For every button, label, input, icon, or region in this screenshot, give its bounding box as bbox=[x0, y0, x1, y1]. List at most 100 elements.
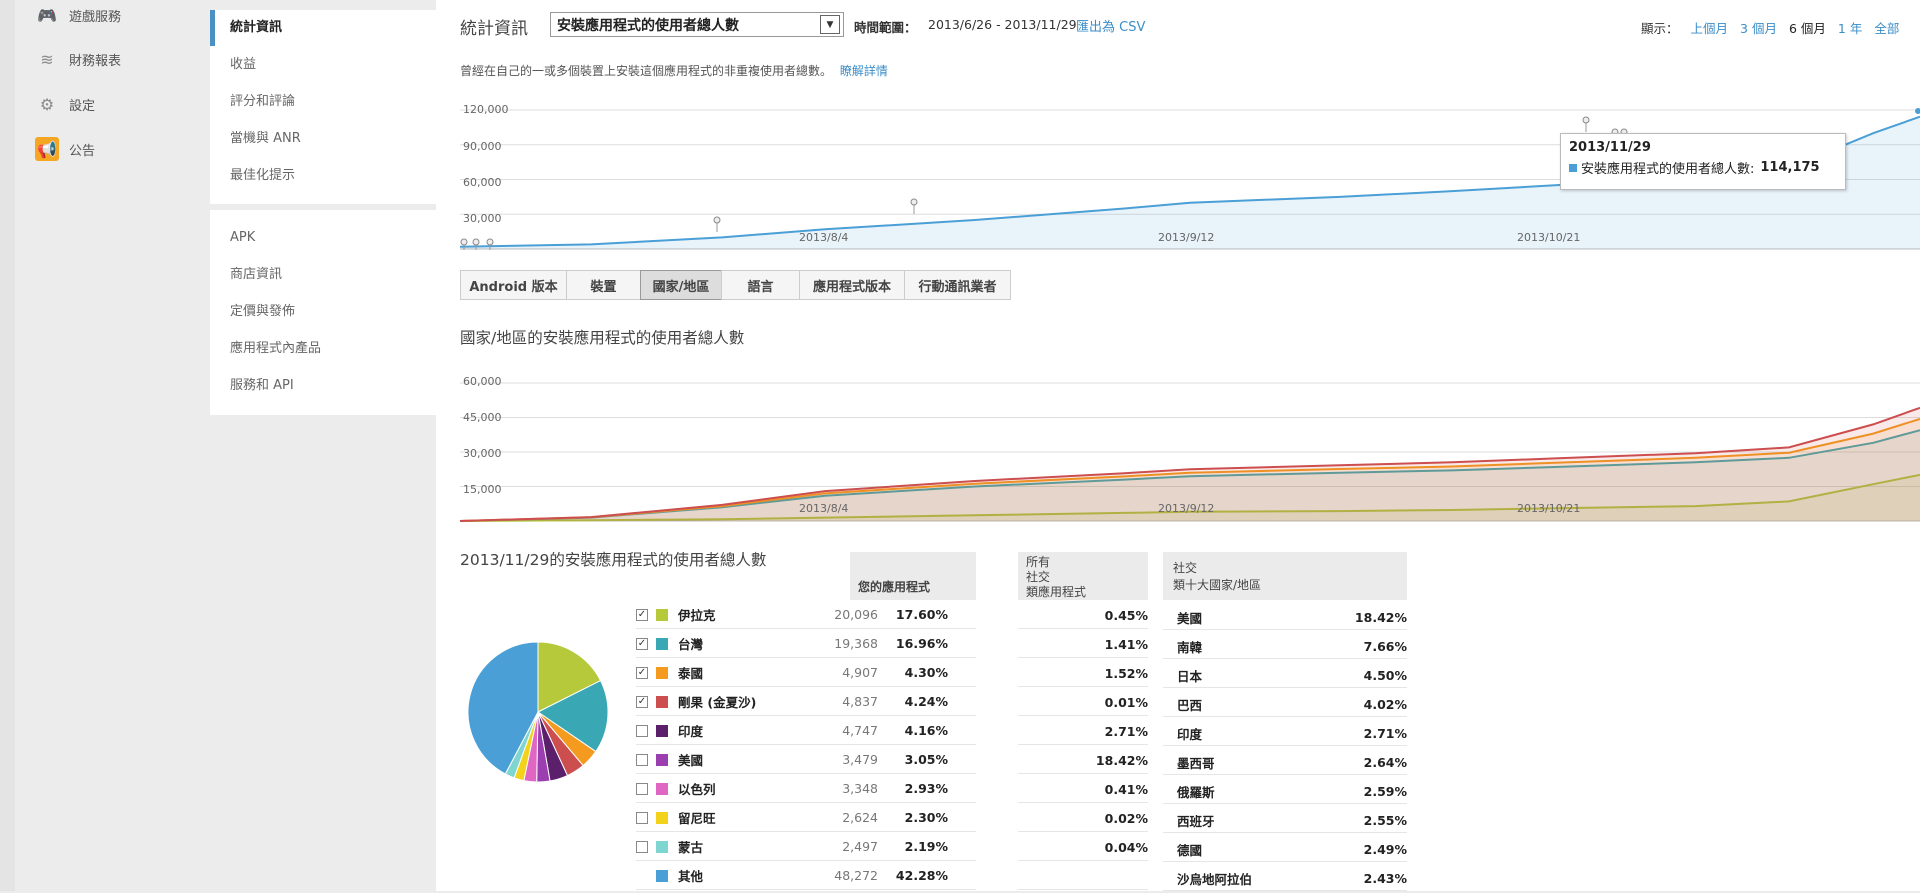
row-checkbox[interactable] bbox=[636, 753, 648, 766]
tab-carrier[interactable]: 行動通訊業者 bbox=[904, 270, 1011, 300]
row-checkbox[interactable]: ✓ bbox=[636, 637, 648, 650]
row-percent: 4.30% bbox=[904, 665, 948, 680]
nav-item-label: 遊戲服務 bbox=[69, 9, 122, 25]
y-tick: 45,000 bbox=[463, 411, 502, 424]
row-country-name: 印度 bbox=[678, 724, 704, 739]
sub-nav-pricing[interactable]: 定價與發佈 bbox=[230, 302, 295, 322]
x-tick: 2013/8/4 bbox=[799, 502, 849, 515]
chart-tooltip: 2013/11/29 安裝應用程式的使用者總人數: 114,175 bbox=[1560, 133, 1846, 190]
metric-select[interactable]: 安裝應用程式的使用者總人數 ▼ bbox=[550, 12, 844, 37]
y-tick: 30,000 bbox=[463, 212, 502, 225]
annotation-marker bbox=[1582, 116, 1590, 124]
y-tick: 90,000 bbox=[463, 140, 502, 153]
period-3-months[interactable]: 3 個月 bbox=[1740, 18, 1777, 37]
sub-nav-store-listing[interactable]: 商店資訊 bbox=[230, 265, 282, 285]
tab-android-version[interactable]: Android 版本 bbox=[460, 270, 567, 300]
country-chart-title: 國家/地區的安裝應用程式的使用者總人數 bbox=[460, 329, 745, 347]
tab-device[interactable]: 裝置 bbox=[566, 270, 641, 300]
top10-percent: 4.02% bbox=[1363, 697, 1407, 712]
col-header-line: 社交 bbox=[1026, 570, 1051, 584]
x-tick: 2013/9/12 bbox=[1158, 502, 1215, 515]
row-country-name: 台灣 bbox=[678, 637, 704, 652]
table-row: ✓ 伊拉克 20,096 17.60% bbox=[636, 600, 976, 629]
row-percent: 42.28% bbox=[895, 868, 948, 883]
row-all-social-percent: 0.41% bbox=[1104, 782, 1148, 797]
sub-nav-optimization[interactable]: 最佳化提示 bbox=[230, 166, 295, 186]
top10-country: 印度 bbox=[1177, 727, 1203, 742]
row-count: 4,907 bbox=[842, 665, 878, 680]
tab-app-version[interactable]: 應用程式版本 bbox=[799, 270, 905, 300]
row-checkbox[interactable] bbox=[636, 724, 648, 737]
top10-percent: 2.59% bbox=[1363, 784, 1407, 799]
row-checkbox[interactable] bbox=[636, 811, 648, 824]
active-indicator bbox=[210, 10, 215, 46]
row-divider bbox=[1018, 831, 1148, 832]
table-row: ✓ 台灣 19,368 16.96% bbox=[636, 629, 976, 658]
top10-percent: 2.64% bbox=[1363, 755, 1407, 770]
row-count: 20,096 bbox=[834, 607, 878, 622]
nav-item-label: 設定 bbox=[69, 98, 96, 114]
row-checkbox[interactable]: ✓ bbox=[636, 666, 648, 679]
row-divider bbox=[1018, 715, 1148, 716]
y-tick: 120,000 bbox=[463, 103, 509, 116]
table-row: 留尼旺 2,624 2.30% bbox=[636, 803, 976, 832]
tab-language[interactable]: 語言 bbox=[721, 270, 800, 300]
sub-nav-in-app-products[interactable]: 應用程式內產品 bbox=[230, 339, 321, 359]
nav-item-financial-reports[interactable]: ≋ 財務報表 bbox=[35, 44, 121, 74]
sub-nav-crashes[interactable]: 當機與 ANR bbox=[230, 129, 301, 149]
color-swatch bbox=[656, 608, 668, 621]
color-swatch bbox=[656, 811, 668, 824]
top10-country: 巴西 bbox=[1177, 698, 1203, 713]
period-last-month[interactable]: 上個月 bbox=[1691, 18, 1729, 37]
row-divider bbox=[1018, 860, 1148, 861]
sub-nav-ratings[interactable]: 評分和評論 bbox=[230, 92, 295, 112]
row-divider bbox=[1163, 629, 1407, 630]
col-header-line: 類十大國家/地區 bbox=[1173, 578, 1262, 592]
row-all-social-percent: 0.04% bbox=[1104, 840, 1148, 855]
row-divider bbox=[1163, 774, 1407, 775]
row-country-name: 以色列 bbox=[678, 782, 716, 797]
y-tick: 30,000 bbox=[463, 447, 502, 460]
row-checkbox[interactable] bbox=[636, 782, 648, 795]
sub-nav-statistics[interactable]: 統計資訊 bbox=[230, 18, 282, 38]
top10-country: 俄羅斯 bbox=[1177, 785, 1215, 800]
nav-item-announcements[interactable]: 📢 公告 bbox=[35, 134, 95, 164]
top10-percent: 4.50% bbox=[1363, 668, 1407, 683]
learn-more-link[interactable]: 瞭解詳情 bbox=[840, 64, 888, 78]
row-divider bbox=[1163, 803, 1407, 804]
sub-nav-services-api[interactable]: 服務和 API bbox=[230, 376, 294, 396]
sub-nav-apk[interactable]: APK bbox=[230, 228, 255, 248]
row-checkbox[interactable]: ✓ bbox=[636, 608, 648, 621]
nav-item-settings[interactable]: ⚙ 設定 bbox=[35, 89, 95, 119]
period-1-year[interactable]: 1 年 bbox=[1838, 18, 1862, 37]
annotation-marker bbox=[910, 198, 918, 206]
row-divider bbox=[1163, 687, 1407, 688]
period-all[interactable]: 全部 bbox=[1874, 18, 1899, 37]
color-swatch bbox=[656, 637, 668, 650]
col-header-line: 所有 bbox=[1026, 555, 1051, 569]
section-title: 統計資訊 bbox=[460, 19, 528, 39]
period-6-months[interactable]: 6 個月 bbox=[1789, 18, 1826, 37]
row-country-name: 留尼旺 bbox=[678, 811, 716, 826]
period-label: 顯示： bbox=[1641, 21, 1679, 36]
color-swatch bbox=[656, 695, 668, 708]
country-installs-svg bbox=[459, 382, 1920, 522]
row-divider bbox=[1018, 628, 1148, 629]
row-percent: 4.24% bbox=[904, 694, 948, 709]
row-checkbox[interactable] bbox=[636, 840, 648, 853]
sub-nav-revenue[interactable]: 收益 bbox=[230, 55, 256, 75]
row-checkbox[interactable]: ✓ bbox=[636, 695, 648, 708]
nav-item-game-services[interactable]: 🎮 遊戲服務 bbox=[35, 0, 121, 30]
top10-percent: 7.66% bbox=[1363, 639, 1407, 654]
tab-country[interactable]: 國家/地區 bbox=[640, 270, 722, 300]
top10-row: 美國 18.42% bbox=[1177, 603, 1407, 632]
table-row: 印度 4,747 4.16% bbox=[636, 716, 976, 745]
table-row: 其他 48,272 42.28% bbox=[636, 861, 976, 890]
export-csv-link[interactable]: 匯出為 CSV bbox=[1076, 16, 1145, 35]
top10-row: 日本 4.50% bbox=[1177, 661, 1407, 690]
row-percent: 3.05% bbox=[904, 752, 948, 767]
row-count: 4,747 bbox=[842, 723, 878, 738]
row-country-name: 蒙古 bbox=[678, 840, 704, 855]
row-percent: 17.60% bbox=[895, 607, 948, 622]
top10-percent: 2.43% bbox=[1363, 871, 1407, 886]
